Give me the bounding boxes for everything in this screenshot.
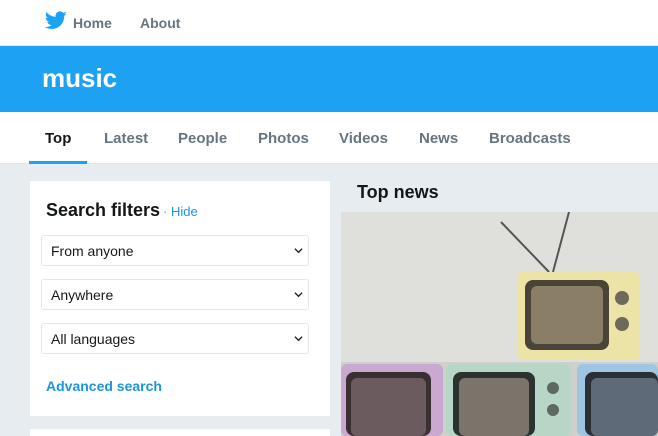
tab-top[interactable]: Top bbox=[29, 112, 88, 164]
top-nav: Home About bbox=[0, 0, 658, 46]
chevron-down-icon bbox=[294, 292, 303, 298]
chevron-down-icon bbox=[294, 336, 303, 342]
from-select-value: From anyone bbox=[51, 243, 134, 259]
hide-filters-link[interactable]: Hide bbox=[171, 204, 198, 219]
tab-videos[interactable]: Videos bbox=[323, 112, 404, 164]
language-select-value: All languages bbox=[51, 331, 136, 347]
search-filters-title: Search filters bbox=[46, 200, 161, 220]
news-image[interactable] bbox=[341, 212, 658, 436]
tab-latest[interactable]: Latest bbox=[88, 112, 164, 164]
search-tabs: Top Latest People Photos Videos News Bro… bbox=[0, 112, 658, 164]
language-select[interactable]: All languages bbox=[41, 323, 309, 354]
top-news-heading: Top news bbox=[357, 182, 439, 202]
search-filters-card: Search filters · Hide From anyone Anywhe… bbox=[30, 181, 330, 416]
search-banner: music bbox=[0, 46, 658, 112]
next-card bbox=[30, 429, 330, 436]
chevron-down-icon bbox=[294, 248, 303, 254]
from-select[interactable]: From anyone bbox=[41, 235, 309, 266]
tab-people[interactable]: People bbox=[162, 112, 243, 164]
nav-about-link[interactable]: About bbox=[140, 15, 180, 31]
filters-hide-wrapper: · Hide bbox=[163, 204, 198, 219]
advanced-search-link[interactable]: Advanced search bbox=[46, 378, 162, 394]
tab-broadcasts[interactable]: Broadcasts bbox=[473, 112, 587, 164]
separator-dot: · bbox=[163, 204, 168, 219]
tab-news[interactable]: News bbox=[403, 112, 474, 164]
tab-photos[interactable]: Photos bbox=[242, 112, 325, 164]
nav-home-link[interactable]: Home bbox=[73, 15, 112, 31]
location-select-value: Anywhere bbox=[51, 287, 114, 303]
search-query-title: music bbox=[42, 63, 118, 93]
location-select[interactable]: Anywhere bbox=[41, 279, 309, 310]
twitter-bird-icon[interactable] bbox=[45, 11, 67, 30]
